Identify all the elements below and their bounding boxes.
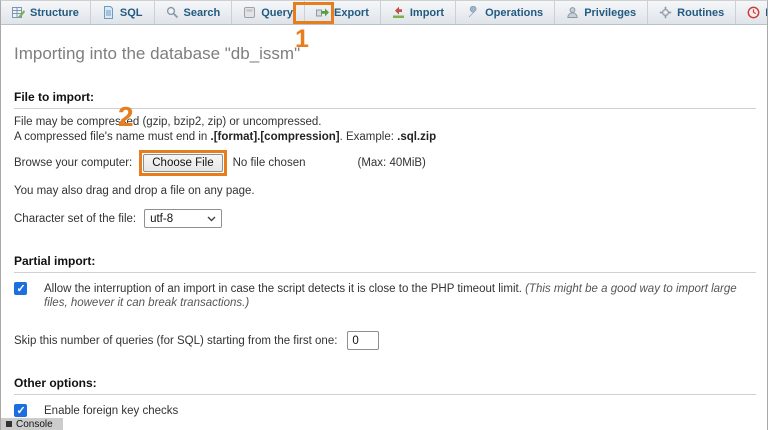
charset-selected-value: utf-8 [150, 213, 173, 225]
browse-label: Browse your computer: [14, 157, 132, 169]
console-icon [6, 421, 12, 427]
filename-info-mid: . Example: [340, 131, 398, 143]
tab-structure-label: Structure [30, 7, 79, 19]
skip-queries-label: Skip this number of queries (for SQL) st… [14, 335, 337, 347]
charset-label: Character set of the file: [14, 213, 136, 225]
allow-interruption-label: Allow the interruption of an import in c… [44, 282, 756, 310]
tab-export[interactable]: Export [305, 1, 381, 24]
foreign-key-row: Enable foreign key checks [14, 404, 756, 418]
tab-operations[interactable]: Operations [456, 1, 555, 24]
skip-queries-row: Skip this number of queries (for SQL) st… [14, 331, 756, 350]
drag-drop-hint: You may also drag and drop a file on any… [14, 185, 756, 198]
export-icon [316, 6, 329, 19]
phpmyadmin-import-page: Structure SQL Search Query Export Import… [0, 0, 768, 430]
tab-sql[interactable]: SQL [91, 1, 155, 24]
section-heading-other-options: Other options: [14, 376, 756, 395]
tab-query-label: Query [261, 7, 293, 19]
step-1-number: 1 [295, 27, 309, 52]
database-tab-bar: Structure SQL Search Query Export Import… [1, 1, 767, 25]
max-upload-size: (Max: 40MiB) [358, 157, 426, 169]
import-icon [392, 6, 405, 19]
filename-example-bold: .sql.zip [397, 131, 436, 143]
step-2-number: 2 [118, 103, 134, 131]
allow-interruption-checkbox[interactable] [14, 282, 27, 295]
tab-import-label: Import [410, 7, 444, 19]
privileges-icon [566, 6, 579, 19]
no-file-chosen-text: No file chosen [233, 157, 306, 169]
filename-info-prefix: A compressed file's name must end in [14, 131, 211, 143]
filename-info-line: A compressed file's name must end in .[f… [14, 131, 756, 144]
section-heading-partial-import: Partial import: [14, 254, 756, 273]
browse-row: Browse your computer: Choose File No fil… [14, 150, 756, 176]
tab-search-label: Search [184, 7, 221, 19]
search-icon [166, 6, 179, 19]
tab-operations-label: Operations [485, 7, 543, 19]
tab-privileges[interactable]: Privileges [555, 1, 648, 24]
query-icon [243, 6, 256, 19]
routines-icon [659, 6, 672, 19]
tab-sql-label: SQL [120, 7, 143, 19]
page-title: Importing into the database "db_issm" [14, 44, 756, 64]
sql-icon [102, 6, 115, 19]
foreign-key-label: Enable foreign key checks [44, 404, 178, 418]
tab-structure[interactable]: Structure [1, 1, 91, 24]
tab-import[interactable]: Import [381, 1, 456, 24]
allow-interruption-text: Allow the interruption of an import in c… [44, 283, 522, 295]
structure-icon [12, 6, 25, 19]
skip-queries-input[interactable] [347, 331, 379, 350]
tab-search[interactable]: Search [155, 1, 233, 24]
chevron-down-icon [207, 216, 216, 222]
operations-icon [467, 6, 480, 19]
import-form: Importing into the database "db_issm" Fi… [1, 44, 767, 430]
allow-interruption-row: Allow the interruption of an import in c… [14, 282, 756, 310]
tab-privileges-label: Privileges [584, 7, 636, 19]
events-icon [747, 6, 760, 19]
step-2-highlight-box: Choose File [139, 150, 226, 176]
console-label: Console [16, 419, 53, 430]
tab-routines[interactable]: Routines [648, 1, 736, 24]
tab-query[interactable]: Query [232, 1, 305, 24]
charset-select[interactable]: utf-8 [144, 209, 222, 228]
console-toggle[interactable]: Console [1, 418, 63, 430]
foreign-key-checkbox[interactable] [14, 404, 27, 417]
filename-format-bold: .[format].[compression] [211, 131, 340, 143]
tab-routines-label: Routines [677, 7, 724, 19]
tab-export-label: Export [334, 7, 369, 19]
tab-events[interactable]: Events [736, 1, 768, 24]
charset-row: Character set of the file: utf-8 [14, 209, 756, 228]
choose-file-button[interactable]: Choose File [143, 154, 222, 172]
